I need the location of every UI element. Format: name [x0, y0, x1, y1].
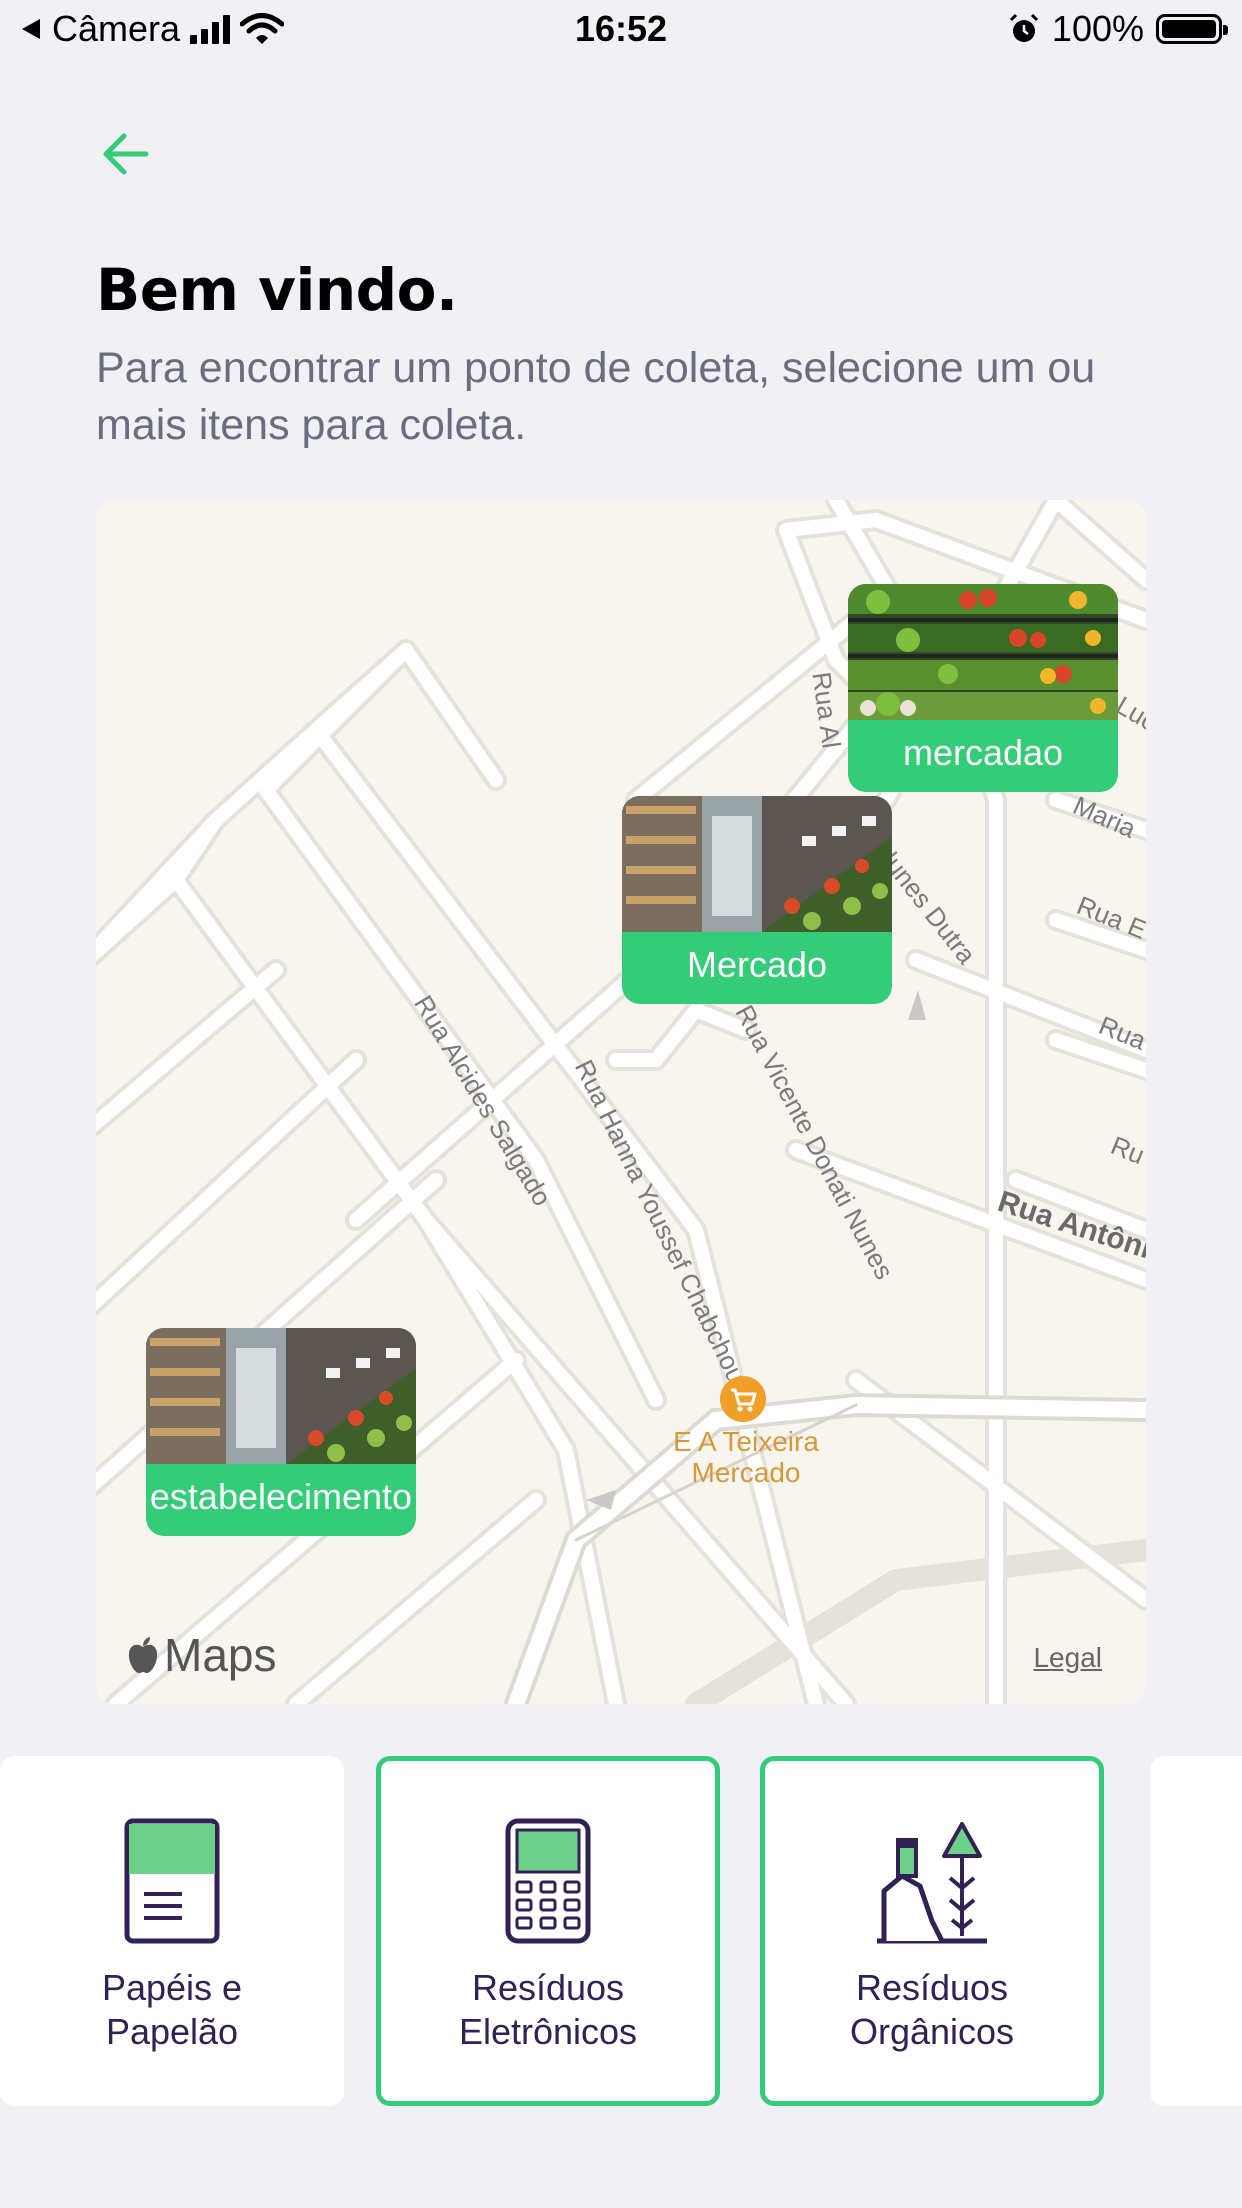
marker-label: mercadao: [902, 732, 1064, 773]
maps-attribution: Maps: [126, 1628, 276, 1682]
battery-icon: [1156, 14, 1228, 44]
status-bar: Câmera 16:52 100%: [0, 0, 1242, 62]
item-label: Resíduos Orgânicos: [765, 1966, 1099, 2054]
marker-label: estabelecimento: [149, 1476, 413, 1517]
map-view[interactable]: Rua Alcides Salgado Rua Hanna Youssef Ch…: [96, 500, 1146, 1704]
marker-photo: [146, 1328, 416, 1464]
items-grid: Papéis e Papelão Resíduos Eletrônicos Re…: [0, 1756, 1242, 2106]
arrow-left-icon: [103, 133, 149, 175]
page-title: Bem vindo.: [96, 256, 458, 324]
marker-photo: [848, 584, 1118, 720]
status-right: 100%: [1008, 8, 1228, 50]
item-label-line2: Orgânicos: [849, 2011, 1015, 2052]
poi-label-line2: Mercado: [691, 1457, 801, 1488]
electronics-icon: [505, 1818, 591, 1944]
organic-icon: [877, 1822, 987, 1944]
marker-photo: [622, 796, 892, 932]
apple-logo-icon: [128, 1637, 158, 1673]
item-label-line1: Resíduos: [855, 1967, 1009, 2008]
item-label-line2: Eletrônicos: [458, 2011, 638, 2052]
item-eletronicos[interactable]: Resíduos Eletrônicos: [376, 1756, 720, 2106]
item-label-line1: Papéis e: [101, 1967, 243, 2008]
maps-label: Maps: [164, 1629, 277, 1681]
battery-percent: 100%: [1051, 8, 1144, 49]
map-marker-estabelecimento[interactable]: estabelecimento: [146, 1328, 416, 1536]
item-papeis[interactable]: Papéis e Papelão: [0, 1756, 344, 2106]
map-marker-mercado[interactable]: Mercado: [622, 796, 892, 1004]
item-organicos[interactable]: Resíduos Orgânicos: [760, 1756, 1104, 2106]
shopping-cart-poi-icon[interactable]: [720, 1376, 766, 1422]
item-label: Papéis e Papelão: [0, 1966, 344, 2054]
item-partial-next[interactable]: [1150, 1756, 1242, 2106]
paper-icon: [124, 1818, 220, 1944]
item-label-line2: Papelão: [105, 2011, 239, 2052]
legal-link[interactable]: Legal: [1033, 1642, 1102, 1674]
back-button[interactable]: [96, 124, 156, 184]
map-marker-mercadao[interactable]: mercadao: [848, 584, 1118, 792]
alarm-icon: [1009, 13, 1038, 42]
poi-label-line1: E A Teixeira: [673, 1426, 819, 1457]
item-label-line1: Resíduos: [471, 1967, 625, 2008]
marker-label: Mercado: [686, 944, 828, 985]
page-subtitle: Para encontrar um ponto de coleta, selec…: [96, 344, 1096, 449]
poi-label: E A Teixeira Mercado: [656, 1426, 836, 1488]
item-label: Resíduos Eletrônicos: [381, 1966, 715, 2054]
